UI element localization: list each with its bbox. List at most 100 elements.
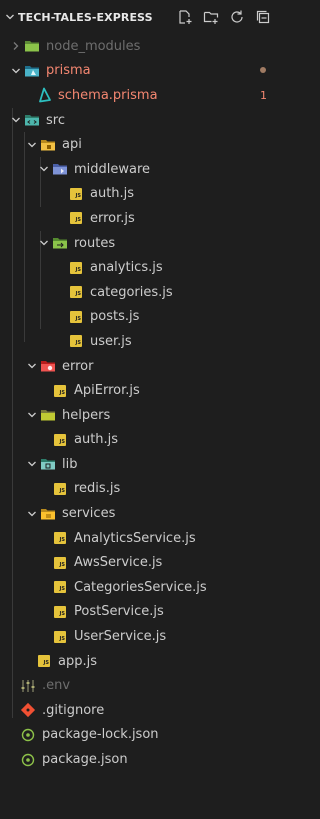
chevron-down-icon [36,235,52,251]
explorer-header[interactable]: TECH-TALES-EXPRESS [0,0,279,34]
javascript-file-icon: JS [52,481,68,497]
nodejs-icon [20,752,36,768]
folder-api-icon [40,137,56,153]
tree-folder-helpers[interactable]: helpers [0,403,279,428]
tree-folder-error[interactable]: error [0,354,279,379]
folder-services-icon [40,506,56,522]
tree-file-apierror[interactable]: JS ApiError.js [0,378,279,403]
tree-file-redis[interactable]: JS redis.js [0,477,279,502]
tree-label: services [62,506,116,522]
tree-label: UserService.js [74,629,167,645]
folder-middleware-icon [52,161,68,177]
javascript-file-icon: JS [68,210,84,226]
tree-label: auth.js [90,186,135,202]
nodejs-icon [20,727,36,743]
prisma-icon [36,87,52,103]
chevron-down-icon [8,63,24,79]
tree-file-analytics[interactable]: JS analytics.js [0,255,279,280]
tree-label: lib [62,456,78,472]
javascript-file-icon: JS [52,604,68,620]
javascript-file-icon: JS [52,579,68,595]
javascript-file-icon: JS [68,284,84,300]
settings-sliders-icon [20,678,36,694]
javascript-file-icon: JS [52,555,68,571]
new-file-icon[interactable] [177,9,193,25]
tree-label: app.js [58,653,97,669]
tree-label: redis.js [74,481,121,497]
chevron-down-icon [24,506,40,522]
tree-folder-routes[interactable]: routes [0,231,279,256]
tree-folder-lib[interactable]: lib [0,452,279,477]
tree-file-auth-helper[interactable]: JS auth.js [0,428,279,453]
folder-error-icon [40,358,56,374]
tree-label: prisma [46,63,91,79]
file-tree: node_modules prisma schema.prisma 1 src … [0,34,279,772]
javascript-file-icon: JS [52,629,68,645]
chevron-down-icon [24,456,40,472]
collapse-all-icon[interactable] [255,9,271,25]
tree-label: auth.js [74,432,119,448]
tree-label: .env [42,678,71,694]
tree-label: schema.prisma [58,87,158,103]
workspace-title: TECH-TALES-EXPRESS [18,10,153,24]
tree-folder-middleware[interactable]: middleware [0,157,279,182]
tree-folder-services[interactable]: services [0,501,279,526]
tree-file-gitignore[interactable]: .gitignore [0,698,279,723]
folder-node-icon [24,38,40,54]
problem-count-badge: 1 [260,88,267,102]
javascript-file-icon: JS [52,383,68,399]
tree-label: error [62,358,94,374]
tree-file-app[interactable]: JS app.js [0,649,279,674]
tree-file-analytics-service[interactable]: JS AnalyticsService.js [0,526,279,551]
tree-label: routes [74,235,116,251]
tree-file-aws-service[interactable]: JS AwsService.js [0,550,279,575]
tree-file-user-service[interactable]: JS UserService.js [0,624,279,649]
tree-label: src [46,112,65,128]
tree-file-auth-middleware[interactable]: JS auth.js [0,182,279,207]
tree-label: AwsService.js [74,555,163,571]
chevron-down-icon [24,137,40,153]
tree-file-post-service[interactable]: JS PostService.js [0,600,279,625]
tree-file-package-lock[interactable]: package-lock.json [0,723,279,748]
folder-prisma-icon [24,63,40,79]
folder-helpers-icon [40,407,56,423]
explorer-panel: TECH-TALES-EXPRESS node_modules prisma s… [0,0,279,819]
chevron-down-icon [8,112,24,128]
tree-file-package[interactable]: package.json [0,747,279,772]
tree-folder-api[interactable]: api [0,132,279,157]
tree-file-user[interactable]: JS user.js [0,329,279,354]
tree-folder-prisma[interactable]: prisma [0,59,279,84]
refresh-icon[interactable] [229,9,245,25]
javascript-file-icon: JS [68,309,84,325]
tree-label: PostService.js [74,604,164,620]
folder-routes-icon [52,235,68,251]
chevron-down-icon[interactable] [2,9,18,25]
tree-file-schema-prisma[interactable]: schema.prisma 1 [0,83,279,108]
javascript-file-icon: JS [68,186,84,202]
new-folder-icon[interactable] [203,9,219,25]
folder-src-icon [24,112,40,128]
tree-file-error-middleware[interactable]: JS error.js [0,206,279,231]
tree-label: analytics.js [90,260,163,276]
tree-file-posts[interactable]: JS posts.js [0,305,279,330]
javascript-file-icon: JS [68,260,84,276]
chevron-down-icon [24,407,40,423]
tree-label: .gitignore [42,702,105,718]
javascript-file-icon: JS [36,653,52,669]
tree-file-categories-service[interactable]: JS CategoriesService.js [0,575,279,600]
javascript-file-icon: JS [52,432,68,448]
tree-label: node_modules [46,38,141,54]
tree-folder-node-modules[interactable]: node_modules [0,34,279,59]
tree-label: categories.js [90,284,173,300]
tree-label: posts.js [90,309,140,325]
tree-folder-src[interactable]: src [0,108,279,133]
tree-file-categories[interactable]: JS categories.js [0,280,279,305]
modified-dot-icon [259,64,267,77]
tree-file-env[interactable]: .env [0,673,279,698]
javascript-file-icon: JS [68,333,84,349]
tree-label: api [62,137,82,153]
folder-lib-icon [40,456,56,472]
tree-label: AnalyticsService.js [74,530,196,546]
tree-label: user.js [90,333,132,349]
tree-label: package-lock.json [42,727,159,743]
